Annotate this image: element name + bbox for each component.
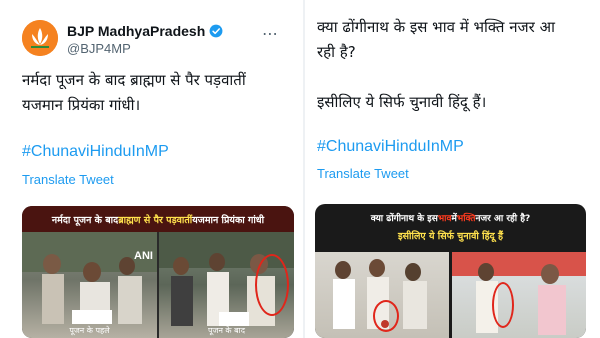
- display-name-text: BJP MadhyaPradesh: [67, 23, 206, 39]
- user-handle[interactable]: @BJP4MP: [67, 41, 131, 56]
- photo-left: [315, 252, 449, 338]
- highlight-circle: [492, 282, 514, 328]
- tweet-text-line: यजमान प्रियंका गांधी।: [22, 96, 141, 114]
- tweet-text-line: नर्मदा पूजन के बाद ब्राह्मण से पैर पड़वा…: [22, 71, 246, 89]
- display-name[interactable]: BJP MadhyaPradesh: [67, 23, 223, 39]
- tweet-media-image[interactable]: नर्मदा पूजन के बाद ब्राह्मण से पैर पड़वा…: [22, 206, 294, 338]
- tweet-text: नर्मदा पूजन के बाद ब्राह्मण से पैर पड़वा…: [22, 68, 246, 118]
- photo-right: [452, 252, 586, 338]
- right-tweet: क्या ढोंगीनाथ के इस भाव में भक्ति नजर आ …: [305, 0, 600, 338]
- highlight-circle: [373, 300, 399, 332]
- verified-badge-icon: [209, 24, 223, 38]
- translate-tweet-link[interactable]: Translate Tweet: [317, 166, 409, 181]
- photo-caption: पूजन के बाद: [207, 326, 246, 335]
- photo-after-puja: पूजन के बाद: [159, 232, 294, 338]
- banner-highlight: भाव: [437, 213, 452, 224]
- photo-people-illustration: [22, 232, 157, 324]
- photo-caption: पूजन के पहले: [69, 326, 110, 335]
- banner-text: यजमान प्रियंका गांधी: [192, 214, 265, 226]
- banner-text: क्या ढोंगीनाथ के इस: [370, 213, 438, 224]
- hashtag-link[interactable]: #ChunaviHinduInMP: [317, 138, 464, 156]
- left-tweet: BJP MadhyaPradesh @BJP4MP ⋯ नर्मदा पूजन …: [0, 0, 303, 338]
- more-options-icon[interactable]: ⋯: [262, 24, 279, 43]
- bjp-lotus-logo-icon: [22, 20, 58, 56]
- tweet-text: क्या ढोंगीनाथ के इस भाव में भक्ति नजर आ …: [317, 15, 555, 65]
- tweet-text-line: इसीलिए ये सिर्फ चुनावी हिंदू हैं।: [317, 93, 487, 111]
- hashtag-link[interactable]: #ChunaviHinduInMP: [22, 143, 169, 161]
- photo-people-illustration: [452, 252, 586, 335]
- banner-highlight: ब्राह्मण से पैर पड़वातीं: [118, 214, 193, 226]
- banner-text: नर्मदा पूजन के बाद: [51, 214, 119, 226]
- media-banner: क्या ढोंगीनाथ के इस भाव में भक्ति नजर आ …: [315, 208, 586, 226]
- tweet-text-line: क्या ढोंगीनाथ के इस भाव में भक्ति नजर आ: [317, 18, 555, 36]
- media-banner-subtitle: इसीलिए ये सिर्फ चुनावी हिंदू हैं: [397, 230, 504, 242]
- ani-watermark: ANI: [134, 250, 153, 262]
- tweet-media-image[interactable]: क्या ढोंगीनाथ के इस भाव में भक्ति नजर आ …: [315, 204, 586, 338]
- highlight-circle: [255, 254, 289, 316]
- avatar[interactable]: [22, 20, 58, 56]
- banner-highlight: भक्ति: [456, 213, 476, 224]
- photo-before-puja: ANI पूजन के पहले: [22, 232, 157, 338]
- banner-text: नजर आ रही है?: [475, 213, 531, 224]
- tweet-text-line: रही है?: [317, 43, 356, 61]
- translate-tweet-link[interactable]: Translate Tweet: [22, 172, 114, 187]
- media-banner: नर्मदा पूजन के बाद ब्राह्मण से पैर पड़वा…: [22, 206, 294, 232]
